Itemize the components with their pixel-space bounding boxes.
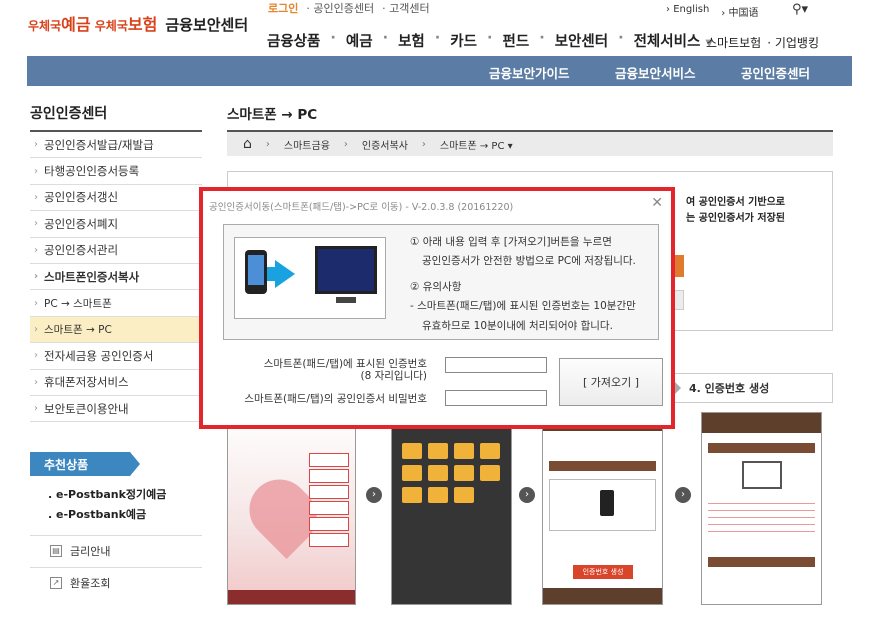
sidebar-item-pc-to-phone[interactable]: PC → 스마트폰 [30,290,202,317]
sidebar-item-register[interactable]: 타행공인인증서등록 [30,158,202,185]
code-hint: (8 자리입니다) [360,370,427,382]
cert-transfer-dialog: 공인인증서이동(스마트폰(패드/탭)->PC로 이동) - V-2.0.3.8 … [199,187,675,429]
subnav-security-service[interactable]: 금융보안서비스 [615,63,696,82]
notice-line-2: 유효하므로 10분이내에 처리되어야 합니다. [422,320,613,332]
chevron-right-icon: › [675,487,691,503]
page: 로그인 · 공인인증센터 · 고객센터 › English › 中国语 ⚲▾ 우… [0,0,889,622]
product-link-fixed-deposit[interactable]: . e-Postbank정기예금 [48,486,166,502]
logo[interactable]: 우체국예금 우체국보험 금융보안센터 [28,14,248,35]
monitor-icon [315,246,377,303]
lang-chinese[interactable]: › 中国语 [721,4,758,19]
smart-insurance-link[interactable]: 스마트보험 [706,34,761,51]
chevron-right-icon: › [519,487,535,503]
gnb-card[interactable]: 카드 [450,30,477,51]
subnav-security-guide[interactable]: 금융보안가이드 [489,63,570,82]
auth-code-input[interactable] [445,357,547,373]
global-nav: 금융상품 · 예금 · 보험 · 카드 · 펀드 · 보안센터 · 전체서비스 … [267,30,714,51]
sidebar-title: 공인인증센터 [30,106,108,122]
top-links: 로그인 · 공인인증센터 · 고객센터 [268,0,430,16]
breadcrumb: ⌂ › 스마트금융 › 인증서복사 › 스마트폰 → PC ▾ [227,130,833,156]
phone-screenshot-2 [391,412,512,605]
sidebar-item-issue[interactable]: 공인인증서발급/재발급 [30,132,202,159]
page-title: 스마트폰 → PC [227,107,318,123]
phone-screenshot-1 [227,412,356,605]
sidebar-item-revoke[interactable]: 공인인증서폐지 [30,211,202,238]
sidebar-item-mobile-storage[interactable]: 휴대폰저장서비스 [30,370,202,396]
breadcrumb-item[interactable]: 인증서복사 [362,137,408,152]
gnb-products[interactable]: 금융상품 [267,30,320,51]
search-icon[interactable]: ⚲▾ [792,2,808,17]
notice-title: ② 유의사항 [410,281,462,293]
notice-line-1: - 스마트폰(패드/탭)에 표시된 인증번호는 10분간만 [410,300,636,312]
util-exchange-rate[interactable]: ↗ 환율조회 [30,567,202,597]
gnb-all-services[interactable]: 전체서비스 ▼ [634,30,713,51]
calculator-icon: ▤ [50,544,62,557]
promo-title: 추천상품 [30,452,140,476]
dialog-title: 공인인증서이동(스마트폰(패드/탭)->PC로 이동) - V-2.0.3.8 … [209,202,514,213]
logo-brand: 우체국예금 우체국보험 [28,14,158,34]
instruction-line-2: 공인인증서가 안전한 방법으로 PC에 저장됩니다. [422,255,636,267]
step-4-label: 4. 인증번호 생성 [672,373,833,403]
product-link-deposit[interactable]: . e-Postbank예금 [48,506,146,522]
phone-to-pc-illustration [234,237,386,319]
instruction-panel: ① 아래 내용 입력 후 [가져오기]버튼을 누르면 공인인증서가 안전한 방법… [223,224,659,340]
customer-center-link[interactable]: · 고객센터 [382,0,429,16]
close-icon[interactable]: ✕ [651,195,663,211]
gnb-extra: 스마트보험 · 기업뱅킹 [706,34,819,51]
import-button[interactable]: [ 가져오기 ] [559,358,663,406]
site-name: 금융보안센터 [165,16,249,34]
smartphone-icon [245,250,267,294]
sidebar-item-renew[interactable]: 공인인증서갱신 [30,185,202,212]
gnb-fund[interactable]: 펀드 [503,30,530,51]
sidebar-item-e-tax[interactable]: 전자세금용 공인인증서 [30,343,202,370]
sidebar-item-phone-to-pc[interactable]: 스마트폰 → PC [30,316,202,344]
chart-icon: ↗ [50,576,62,589]
gnb-deposit[interactable]: 예금 [346,30,373,51]
phone-screenshot-3: 인증번호 생성 [542,412,663,605]
phone-screenshot-4 [701,412,822,605]
arrow-right-icon [275,260,295,288]
sidebar-item-security-token[interactable]: 보안토큰이용안내 [30,396,202,423]
sub-nav-bar: 금융보안가이드 금융보안서비스 공인인증센터 [27,56,852,86]
home-icon[interactable]: ⌂ [243,137,252,151]
subnav-cert-center[interactable]: 공인인증센터 [741,63,810,82]
breadcrumb-item[interactable]: 스마트금융 [284,137,330,152]
cert-center-link[interactable]: · 공인인증센터 [306,0,374,16]
util-interest-rate[interactable]: ▤ 금리안내 [30,535,202,565]
gnb-insurance[interactable]: 보험 [398,30,425,51]
sidebar-menu: 공인인증서발급/재발급 타행공인인증서등록 공인인증서갱신 공인인증서폐지 공인… [30,130,202,423]
gnb-security[interactable]: 보안센터 [555,30,608,51]
chevron-right-icon: › [366,487,382,503]
info-text: 여 공인인증서 기반으로 는 공인인증서가 저장된 [686,197,785,224]
language-links: › English › 中国语 [666,4,758,19]
sidebar-item-manage[interactable]: 공인인증서관리 [30,238,202,264]
sidebar-item-smartphone-copy[interactable]: 스마트폰인증서복사 [30,264,202,291]
phone-generate-button: 인증번호 생성 [573,565,633,579]
cert-password-input[interactable] [445,390,547,406]
lang-english[interactable]: › English [666,4,709,19]
corporate-banking-link[interactable]: · 기업뱅킹 [767,34,819,51]
password-label: 스마트폰(패드/탭)의 공인인증서 비밀번호 [244,393,427,405]
instruction-line-1: ① 아래 내용 입력 후 [가져오기]버튼을 누르면 [410,236,612,248]
login-link[interactable]: 로그인 [268,0,298,16]
breadcrumb-current[interactable]: 스마트폰 → PC ▾ [440,137,513,152]
